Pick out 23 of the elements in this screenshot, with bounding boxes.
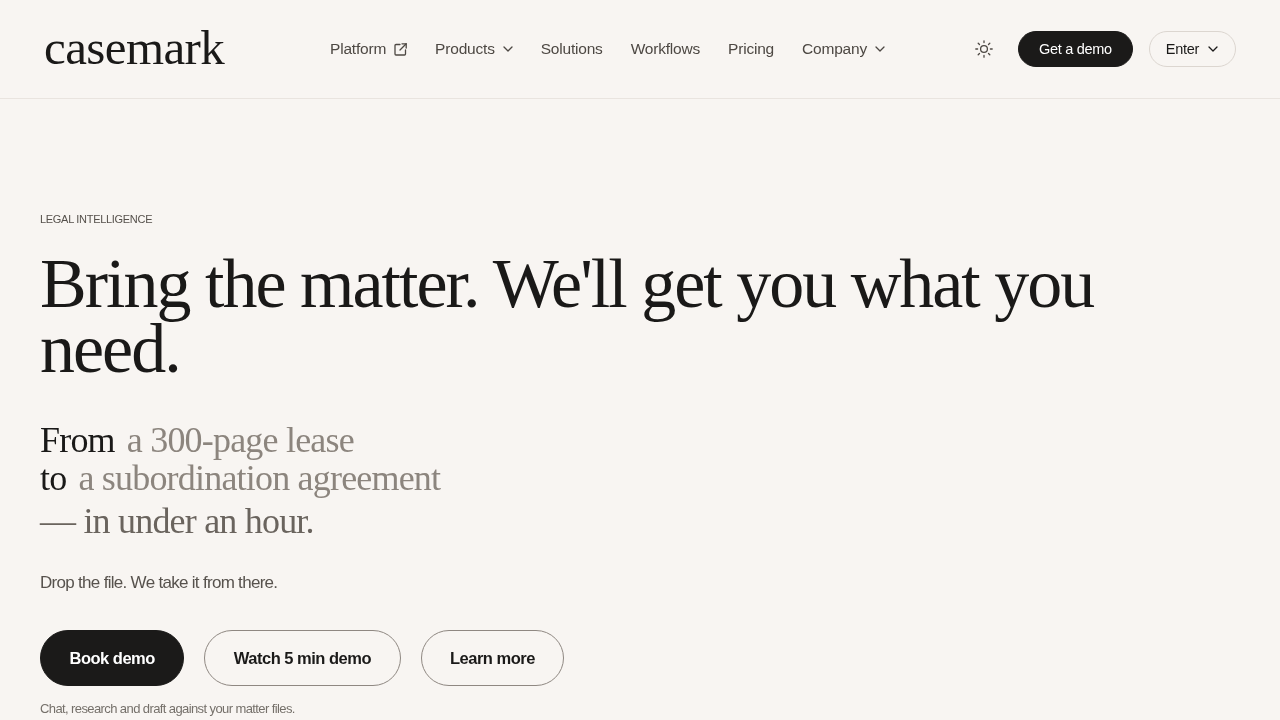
subheading-lead: to (40, 459, 67, 497)
nav-link[interactable]: Company (802, 40, 885, 58)
eyebrow-label: LEGAL INTELLIGENCE (40, 213, 153, 225)
logo[interactable]: casemark (44, 22, 225, 72)
nav-link[interactable]: Solutions (540, 40, 603, 58)
nav-link[interactable]: Platform (330, 40, 408, 58)
primary-button[interactable]: Get a demo (1018, 31, 1133, 67)
hero-headline: Bring the matter. We'll get you what you need. (40, 245, 1094, 387)
nav-link[interactable]: Pricing (728, 40, 775, 58)
nav-link[interactable]: Products (435, 40, 513, 58)
chevron-down-icon (502, 46, 513, 52)
sun-icon[interactable] (975, 40, 994, 58)
primary-button[interactable]: Book demo (40, 630, 185, 686)
chevron-down-icon (875, 46, 885, 52)
caption: Chat, research and draft against your matter files. (40, 702, 295, 716)
chevron-down-icon (1208, 46, 1218, 52)
nav-link[interactable]: Workflows (630, 40, 701, 58)
subheading-closing: — in under an hour. (40, 502, 314, 540)
subheading-example: a 300-page lease (126, 421, 354, 459)
subheading-example: a subordination agreement (78, 459, 441, 497)
external-link-icon (394, 42, 408, 56)
subheading-lead: From (40, 421, 115, 459)
tagline: Drop the file. We take it from there. (40, 572, 278, 594)
